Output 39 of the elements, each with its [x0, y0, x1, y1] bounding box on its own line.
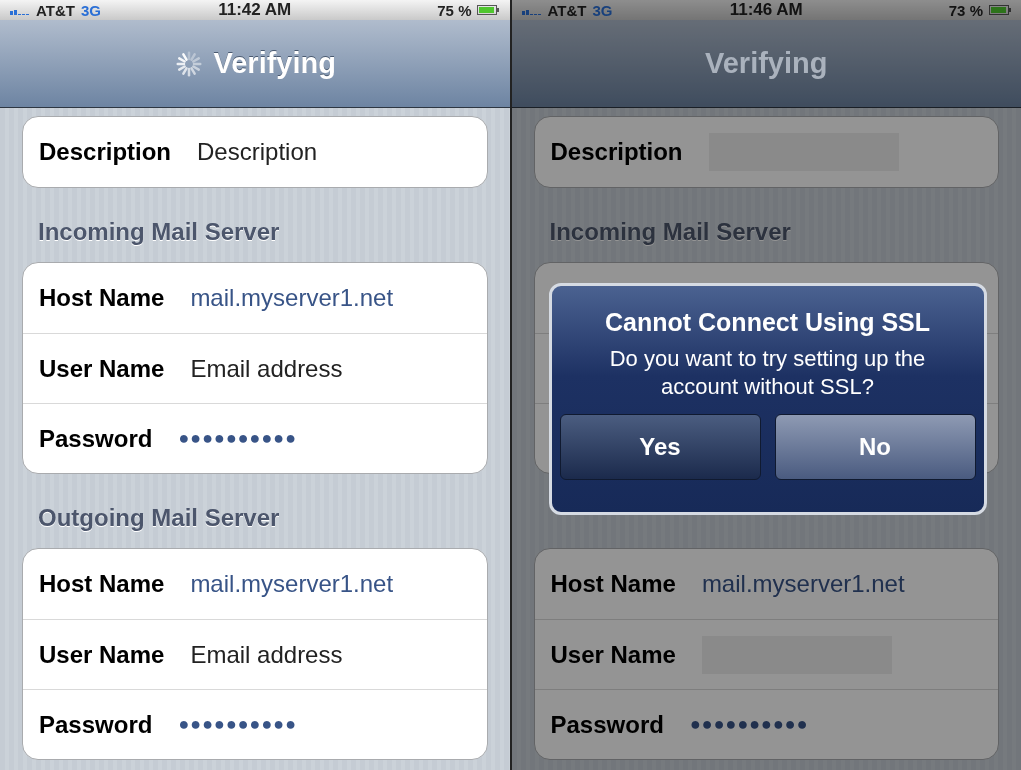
clock-time: 11:46 AM: [729, 0, 803, 20]
field-label: Description: [550, 138, 683, 166]
text-field[interactable]: Email address: [190, 354, 343, 383]
alert-title: Cannot Connect Using SSL: [604, 308, 931, 337]
password-field[interactable]: ●●●●●●●●●●: [178, 428, 298, 449]
clock-time: 11:42 AM: [218, 0, 292, 20]
alert-button[interactable]: No: [774, 414, 976, 480]
password-field[interactable]: ●●●●●●●●●●: [178, 714, 298, 735]
text-field[interactable]: mail.myserver1.net: [190, 284, 394, 312]
screen-title: Verifying: [705, 47, 828, 80]
battery-icon: [477, 5, 500, 15]
carrier-name: AT&T: [36, 1, 75, 19]
section-header: Incoming Mail Server: [37, 217, 281, 247]
field-label: Password: [39, 424, 153, 453]
battery-percent: 73 %: [948, 1, 983, 19]
carrier-name: AT&T: [547, 1, 587, 19]
section-header: Outgoing Mail Server: [37, 503, 281, 533]
battery-icon: [989, 5, 1011, 15]
field-label: Password: [550, 710, 664, 739]
field-label: Description: [39, 138, 172, 166]
network-type: 3G: [592, 1, 613, 19]
text-field[interactable]: Email address: [190, 640, 343, 669]
field-label: Host Name: [550, 570, 676, 598]
text-field[interactable]: mail.myserver1.net: [190, 570, 394, 598]
screen-title: Verifying: [213, 47, 336, 80]
field-label: User Name: [39, 354, 165, 383]
field-label: Host Name: [39, 284, 165, 312]
field-label: User Name: [550, 640, 676, 669]
text-field[interactable]: Description: [197, 138, 318, 166]
battery-percent: 75 %: [437, 1, 472, 19]
field-label: Host Name: [39, 570, 165, 598]
alert-message: Do you want to try setting up the account without SSL?: [608, 345, 927, 400]
text-field[interactable]: mail.myserver1.net: [701, 570, 905, 598]
password-field[interactable]: ●●●●●●●●●●: [689, 714, 809, 735]
field-label: User Name: [39, 640, 165, 669]
field-label: Password: [39, 710, 153, 739]
network-type: 3G: [80, 1, 101, 19]
section-header: Incoming Mail Server: [548, 217, 792, 247]
alert-button[interactable]: Yes: [559, 414, 761, 480]
